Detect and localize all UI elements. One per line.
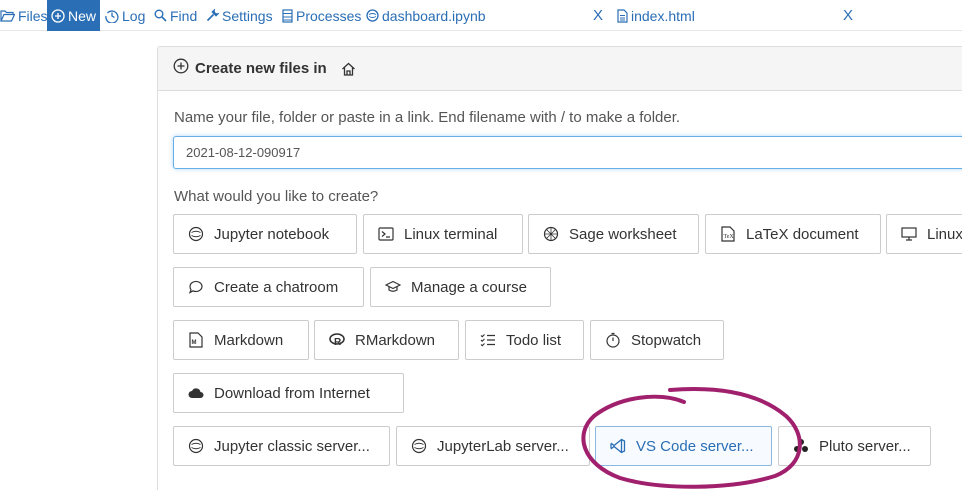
graduation-cap-icon — [385, 279, 401, 295]
stopwatch-icon — [605, 332, 621, 348]
jupyter-icon — [366, 9, 379, 22]
pluto-icon — [793, 438, 809, 454]
manage-course-label: Manage a course — [411, 278, 527, 296]
history-icon — [105, 9, 119, 23]
nav-find-label: Find — [170, 7, 198, 24]
manage-course-button[interactable]: Manage a course — [370, 267, 551, 307]
nav-files[interactable]: Files — [0, 0, 48, 31]
close-icon: X — [593, 7, 604, 24]
wrench-icon — [206, 9, 219, 22]
sage-icon — [543, 226, 559, 242]
chat-icon — [188, 279, 204, 295]
plus-circle-icon — [51, 8, 65, 23]
home-icon[interactable] — [341, 62, 356, 76]
jupyterlab-label: JupyterLab server... — [437, 437, 569, 455]
server-icon — [282, 8, 293, 23]
nav-log-label: Log — [122, 7, 146, 24]
vscode-icon — [610, 438, 626, 454]
download-internet-button[interactable]: Download from Internet — [173, 373, 404, 413]
linux-terminal-label: Linux terminal — [404, 225, 498, 243]
nav-settings-label: Settings — [222, 7, 273, 24]
nav-settings[interactable]: Settings — [206, 0, 273, 31]
search-icon — [154, 9, 167, 22]
panel-header: Create new files in — [158, 47, 962, 91]
desktop-icon — [901, 226, 917, 242]
checklist-icon — [480, 332, 496, 348]
file-icon — [617, 8, 628, 23]
folder-open-icon — [0, 9, 15, 22]
vscode-button[interactable]: VS Code server... — [595, 426, 772, 466]
nav-log[interactable]: Log — [105, 0, 145, 31]
close-icon: X — [843, 7, 854, 24]
nav-find[interactable]: Find — [154, 0, 197, 31]
tex-file-icon: TeX — [720, 226, 736, 242]
linux-desktop-button[interactable]: Linux — [886, 214, 962, 254]
filename-input[interactable] — [173, 136, 962, 169]
plus-circle-icon — [173, 58, 189, 79]
cloud-icon — [188, 385, 204, 401]
top-nav: Files New Log Find Settings Processes da… — [0, 0, 962, 31]
todo-list-button[interactable]: Todo list — [465, 320, 584, 360]
jupyter-icon — [188, 438, 204, 454]
nav-processes[interactable]: Processes — [282, 0, 361, 31]
jupyter-notebook-button[interactable]: Jupyter notebook — [173, 214, 357, 254]
close-tab-index[interactable]: X — [843, 0, 853, 31]
terminal-icon — [378, 226, 394, 242]
stopwatch-button[interactable]: Stopwatch — [590, 320, 724, 360]
svg-text:M: M — [192, 340, 197, 346]
tab-index-html[interactable]: index.html — [617, 0, 695, 31]
create-chatroom-button[interactable]: Create a chatroom — [173, 267, 364, 307]
nav-new-label: New — [68, 7, 97, 24]
r-logo-icon: R — [329, 332, 345, 348]
jupyter-classic-label: Jupyter classic server... — [214, 437, 370, 455]
rmarkdown-button[interactable]: R RMarkdown — [314, 320, 459, 360]
jupyter-classic-button[interactable]: Jupyter classic server... — [173, 426, 390, 466]
sage-worksheet-label: Sage worksheet — [569, 225, 677, 243]
stopwatch-label: Stopwatch — [631, 331, 702, 349]
latex-document-label: LaTeX document — [746, 225, 859, 243]
nav-processes-label: Processes — [296, 7, 362, 24]
latex-document-button[interactable]: TeX LaTeX document — [705, 214, 881, 254]
todo-list-label: Todo list — [506, 331, 562, 349]
filename-prompt: Name your file, folder or paste in a lin… — [174, 109, 681, 126]
tab-index-label: index.html — [631, 7, 695, 24]
tab-dashboard[interactable]: dashboard.ipynb — [366, 0, 486, 31]
rmarkdown-label: RMarkdown — [355, 331, 436, 349]
jupyter-icon — [188, 226, 204, 242]
nav-files-label: Files — [18, 7, 48, 24]
markdown-label: Markdown — [214, 331, 284, 349]
close-tab-dashboard[interactable]: X — [593, 0, 603, 31]
linux-desktop-label: Linux — [927, 225, 962, 243]
svg-text:R: R — [334, 337, 342, 347]
nav-new[interactable]: New — [47, 0, 101, 31]
markdown-icon: M — [188, 332, 204, 348]
jupyterlab-button[interactable]: JupyterLab server... — [396, 426, 590, 466]
tab-dashboard-label: dashboard.ipynb — [382, 7, 486, 24]
sage-worksheet-button[interactable]: Sage worksheet — [528, 214, 699, 254]
jupyter-icon — [411, 438, 427, 454]
panel-title: Create new files in — [195, 60, 327, 77]
download-internet-label: Download from Internet — [214, 384, 370, 402]
svg-text:TeX: TeX — [724, 234, 735, 240]
linux-terminal-button[interactable]: Linux terminal — [363, 214, 523, 254]
jupyter-notebook-label: Jupyter notebook — [214, 225, 330, 243]
vscode-label: VS Code server... — [636, 437, 754, 455]
markdown-button[interactable]: M Markdown — [173, 320, 309, 360]
create-chatroom-label: Create a chatroom — [214, 278, 339, 296]
pluto-label: Pluto server... — [819, 437, 911, 455]
create-prompt: What would you like to create? — [174, 188, 379, 205]
pluto-button[interactable]: Pluto server... — [778, 426, 931, 466]
